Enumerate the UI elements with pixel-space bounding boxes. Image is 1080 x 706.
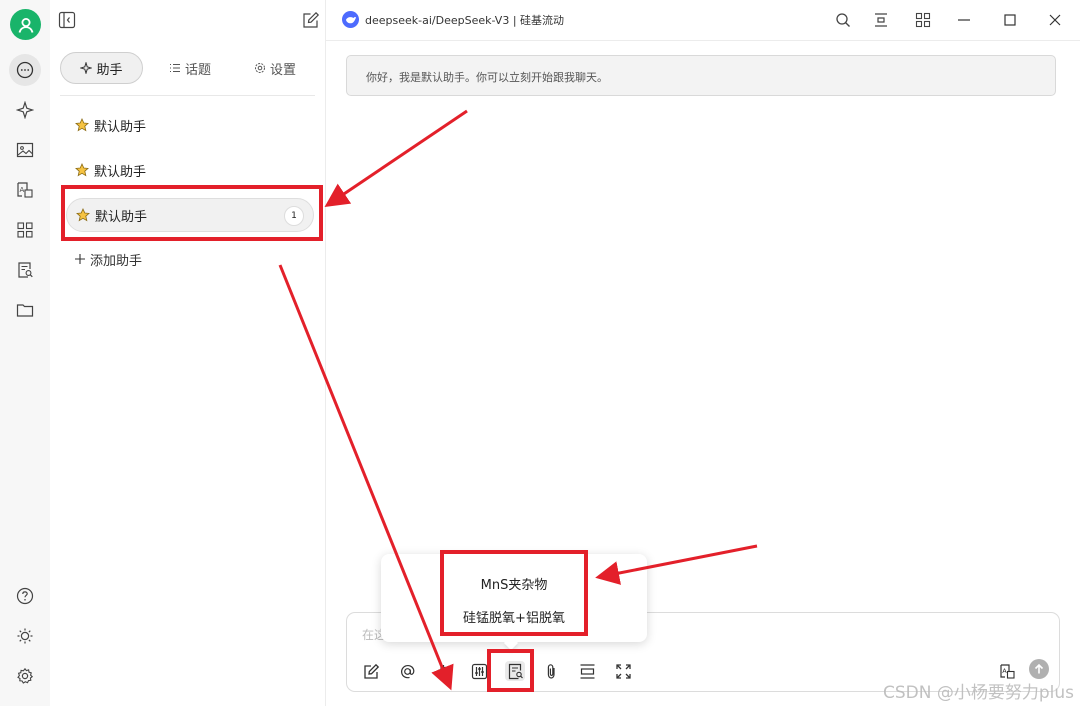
sidebar-tabs: 助手 话题 设置 bbox=[60, 52, 315, 96]
attach-tool[interactable] bbox=[541, 661, 561, 681]
annotation-box-knowledge-tool bbox=[487, 649, 534, 692]
minimize-icon bbox=[958, 19, 970, 21]
collapse-sidebar-button[interactable] bbox=[58, 11, 76, 29]
assistants-sidebar: 助手 话题 设置 默认助手 默认助手 默认助手 1 添加助手 bbox=[50, 0, 326, 706]
model-title[interactable]: deepseek-ai/DeepSeek-V3 | 硅基流动 bbox=[365, 12, 564, 28]
fullscreen-icon bbox=[615, 663, 631, 679]
sparkle-icon bbox=[16, 101, 34, 119]
fullscreen-tool[interactable] bbox=[613, 661, 633, 681]
assistant-name: 默认助手 bbox=[94, 119, 147, 135]
gear-icon bbox=[254, 63, 265, 73]
maximize-button[interactable] bbox=[1001, 11, 1019, 29]
send-button[interactable] bbox=[1029, 659, 1049, 679]
whale-icon bbox=[345, 16, 356, 23]
rail-help-button[interactable] bbox=[9, 580, 41, 612]
rail-files-button[interactable] bbox=[9, 294, 41, 326]
image-icon bbox=[16, 142, 34, 158]
at-icon bbox=[400, 664, 414, 678]
settings-icon bbox=[17, 667, 34, 684]
svg-text:A: A bbox=[20, 186, 25, 194]
translate-icon: A bbox=[999, 663, 1015, 679]
user-icon bbox=[18, 17, 33, 33]
maximize-icon bbox=[1004, 14, 1016, 26]
tab-settings[interactable]: 设置 bbox=[243, 52, 307, 84]
add-assistant-label: 添加助手 bbox=[90, 253, 143, 269]
sliders-icon bbox=[471, 663, 487, 679]
rail-image-button[interactable] bbox=[9, 134, 41, 166]
width-toggle-icon bbox=[875, 13, 887, 27]
left-rail: A bbox=[0, 0, 50, 706]
add-assistant-button[interactable]: 添加助手 bbox=[74, 249, 142, 269]
assistant-item[interactable]: 默认助手 bbox=[66, 108, 314, 142]
grid-icon bbox=[915, 12, 931, 28]
new-topic-button[interactable] bbox=[302, 11, 320, 29]
search-icon bbox=[836, 13, 850, 27]
rail-knowledge-button[interactable] bbox=[9, 254, 41, 286]
theme-icon bbox=[17, 628, 33, 644]
layout-button[interactable] bbox=[914, 11, 932, 29]
tab-topics-label: 话题 bbox=[184, 62, 211, 78]
rail-apps-button[interactable] bbox=[9, 214, 41, 246]
knowledge-icon bbox=[18, 262, 33, 278]
annotation-box-assistant bbox=[61, 185, 323, 241]
deepseek-logo-icon bbox=[342, 11, 359, 28]
app-window: A 助手 话题 设置 默认助手 默认助手 默认助手 1 添加助手 deepsee… bbox=[0, 0, 1080, 706]
expand-height-icon bbox=[580, 663, 594, 679]
search-button[interactable] bbox=[834, 11, 852, 29]
annotation-arrow bbox=[324, 109, 468, 208]
star-icon bbox=[75, 118, 89, 132]
settings-tool[interactable] bbox=[469, 661, 489, 681]
svg-text:A: A bbox=[1002, 667, 1007, 675]
close-button[interactable] bbox=[1046, 11, 1064, 29]
assistant-item[interactable]: 默认助手 bbox=[66, 153, 314, 187]
plus-icon bbox=[75, 254, 85, 264]
tab-assistants-label: 助手 bbox=[96, 62, 123, 78]
watermark: CSDN @小杨要努力plus bbox=[882, 683, 1074, 703]
narrow-mode-button[interactable] bbox=[872, 11, 890, 29]
chat-icon bbox=[16, 61, 34, 79]
edit-icon bbox=[303, 11, 320, 28]
star-icon bbox=[75, 163, 89, 177]
rail-chat-button[interactable] bbox=[9, 54, 41, 86]
rail-settings-button[interactable] bbox=[9, 660, 41, 692]
sidebar-toggle-icon bbox=[58, 11, 76, 29]
translate-icon: A bbox=[17, 182, 33, 198]
close-icon bbox=[1049, 14, 1061, 26]
clear-tool[interactable] bbox=[433, 661, 453, 681]
folder-icon bbox=[16, 304, 34, 317]
sparkle-icon bbox=[80, 62, 93, 74]
broom-icon bbox=[437, 664, 449, 679]
tab-settings-label: 设置 bbox=[269, 62, 296, 78]
apps-icon bbox=[17, 222, 33, 238]
annotation-box-popup bbox=[440, 550, 588, 636]
user-avatar[interactable] bbox=[10, 9, 41, 40]
list-icon bbox=[169, 64, 180, 72]
rail-theme-button[interactable] bbox=[9, 620, 41, 652]
tab-topics[interactable]: 话题 bbox=[158, 52, 222, 84]
assistant-greeting-message: 你好，我是默认助手。你可以立刻开始跟我聊天。 bbox=[346, 55, 1056, 96]
assistant-name: 默认助手 bbox=[94, 164, 147, 180]
arrow-up-icon bbox=[1034, 663, 1044, 674]
input-height-tool[interactable] bbox=[577, 661, 597, 681]
tab-assistants[interactable]: 助手 bbox=[60, 52, 143, 84]
chat-header: deepseek-ai/DeepSeek-V3 | 硅基流动 bbox=[326, 0, 1080, 41]
rail-agents-button[interactable] bbox=[9, 94, 41, 126]
edit-icon bbox=[363, 663, 379, 679]
mention-tool[interactable] bbox=[397, 661, 417, 681]
new-topic-tool[interactable] bbox=[361, 661, 381, 681]
minimize-button[interactable] bbox=[955, 11, 973, 29]
paperclip-icon bbox=[547, 663, 555, 679]
help-icon bbox=[16, 587, 34, 605]
rail-translate-button[interactable]: A bbox=[9, 174, 41, 206]
